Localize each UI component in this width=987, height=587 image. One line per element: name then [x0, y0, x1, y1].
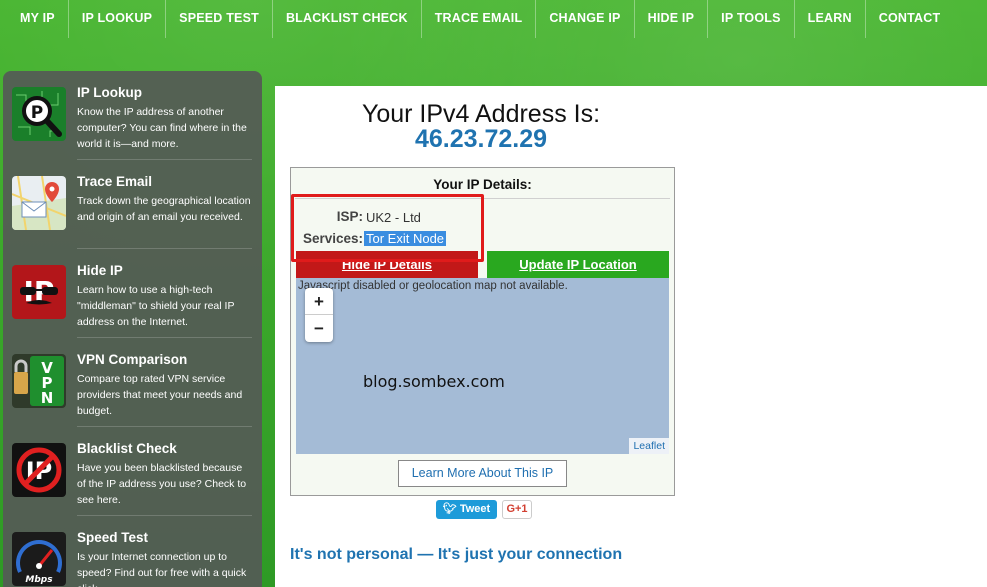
nav-speed-test[interactable]: SPEED TEST [166, 0, 272, 38]
speedometer-icon: Mbps [12, 532, 66, 586]
watermark: blog.sombex.com [363, 372, 505, 391]
nav-blacklist-check[interactable]: BLACKLIST CHECK [273, 0, 421, 38]
sidebar-item-desc: Track down the geographical location and… [77, 195, 251, 223]
svg-text:Mbps: Mbps [25, 575, 53, 585]
blacklist-ip-icon: IP [12, 443, 66, 497]
sidebar-item-title: Blacklist Check [77, 441, 177, 456]
tweet-button[interactable]: 🐦︎ Tweet [436, 500, 497, 519]
sidebar-item-desc: Learn how to use a high-tech "middleman"… [77, 284, 235, 328]
nav-ip-lookup[interactable]: IP LOOKUP [69, 0, 165, 38]
nav-my-ip[interactable]: MY IP [0, 0, 68, 38]
svg-text:P: P [31, 103, 43, 123]
sidebar-item-blacklist-check[interactable]: IP Blacklist Check Have you been blackli… [3, 427, 262, 516]
magnifier-ip-icon: P [12, 87, 66, 141]
geolocation-map[interactable]: Javascript disabled or geolocation map n… [296, 278, 669, 454]
sidebar-item-title: VPN Comparison [77, 352, 188, 367]
sidebar-item-speed-test[interactable]: Mbps Speed Test Is your Internet connect… [3, 516, 262, 587]
learn-more-button[interactable]: Learn More About This IP [398, 460, 567, 487]
sidebar-item-hide-ip[interactable]: IP Hide IP Learn how to use a high-tech … [3, 249, 262, 338]
tweet-label: Tweet [459, 503, 491, 515]
sidebar-item-title: IP Lookup [77, 85, 143, 100]
map-pin-icon [12, 176, 66, 230]
svg-text:N: N [41, 389, 54, 407]
nav-contact[interactable]: CONTACT [866, 0, 954, 38]
sidebar-item-desc: Compare top rated VPN service providers … [77, 373, 243, 417]
nav-change-ip[interactable]: CHANGE IP [536, 0, 633, 38]
ip-details-title: Your IP Details: [433, 177, 532, 192]
nav-hide-ip[interactable]: HIDE IP [635, 0, 708, 38]
google-plus-button[interactable]: G+1 [502, 500, 532, 519]
leaflet-attribution-link[interactable]: Leaflet [629, 438, 669, 454]
nav-ip-tools[interactable]: IP TOOLS [708, 0, 794, 38]
sidebar-item-desc: Is your Internet connection up to speed?… [77, 551, 247, 587]
top-nav: MY IP IP LOOKUP SPEED TEST BLACKLIST CHE… [0, 0, 987, 38]
ip-details-panel: Your IP Details: ISP: UK2 - Ltd Services… [290, 167, 675, 496]
vpn-lock-icon: V P N [12, 354, 66, 408]
sidebar-item-desc: Have you been blacklisted because of the… [77, 462, 247, 506]
twitter-bird-icon: 🐦︎ [442, 503, 457, 515]
sidebar-item-vpn-comparison[interactable]: V P N VPN Comparison Compare top rated V… [3, 338, 262, 427]
disguise-ip-icon: IP [12, 265, 66, 319]
highlight-annotation-box [291, 194, 484, 262]
zoom-out-button[interactable]: − [305, 315, 333, 342]
update-ip-location-button[interactable]: Update IP Location [487, 251, 669, 278]
sidebar-item-desc: Know the IP address of another computer?… [77, 106, 247, 150]
map-zoom-control: + − [305, 288, 333, 342]
nav-learn[interactable]: LEARN [795, 0, 865, 38]
zoom-in-button[interactable]: + [305, 288, 333, 315]
nav-trace-email[interactable]: TRACE EMAIL [422, 0, 536, 38]
section-heading: It's not personal — It's just your conne… [290, 546, 623, 563]
sidebar-item-trace-email[interactable]: Trace Email Track down the geographical … [3, 160, 262, 249]
main-content: Your IPv4 Address Is: 46.23.72.29 Your I… [275, 86, 987, 587]
sidebar-item-title: Speed Test [77, 530, 149, 545]
map-message: Javascript disabled or geolocation map n… [298, 280, 568, 292]
ip-address: 46.23.72.29 [414, 125, 548, 153]
sidebar-item-ip-lookup[interactable]: P IP Lookup Know the IP address of anoth… [3, 71, 262, 160]
sidebar-item-title: Trace Email [77, 174, 153, 189]
sidebar-item-title: Hide IP [77, 263, 123, 278]
sidebar: P IP Lookup Know the IP address of anoth… [3, 71, 262, 587]
